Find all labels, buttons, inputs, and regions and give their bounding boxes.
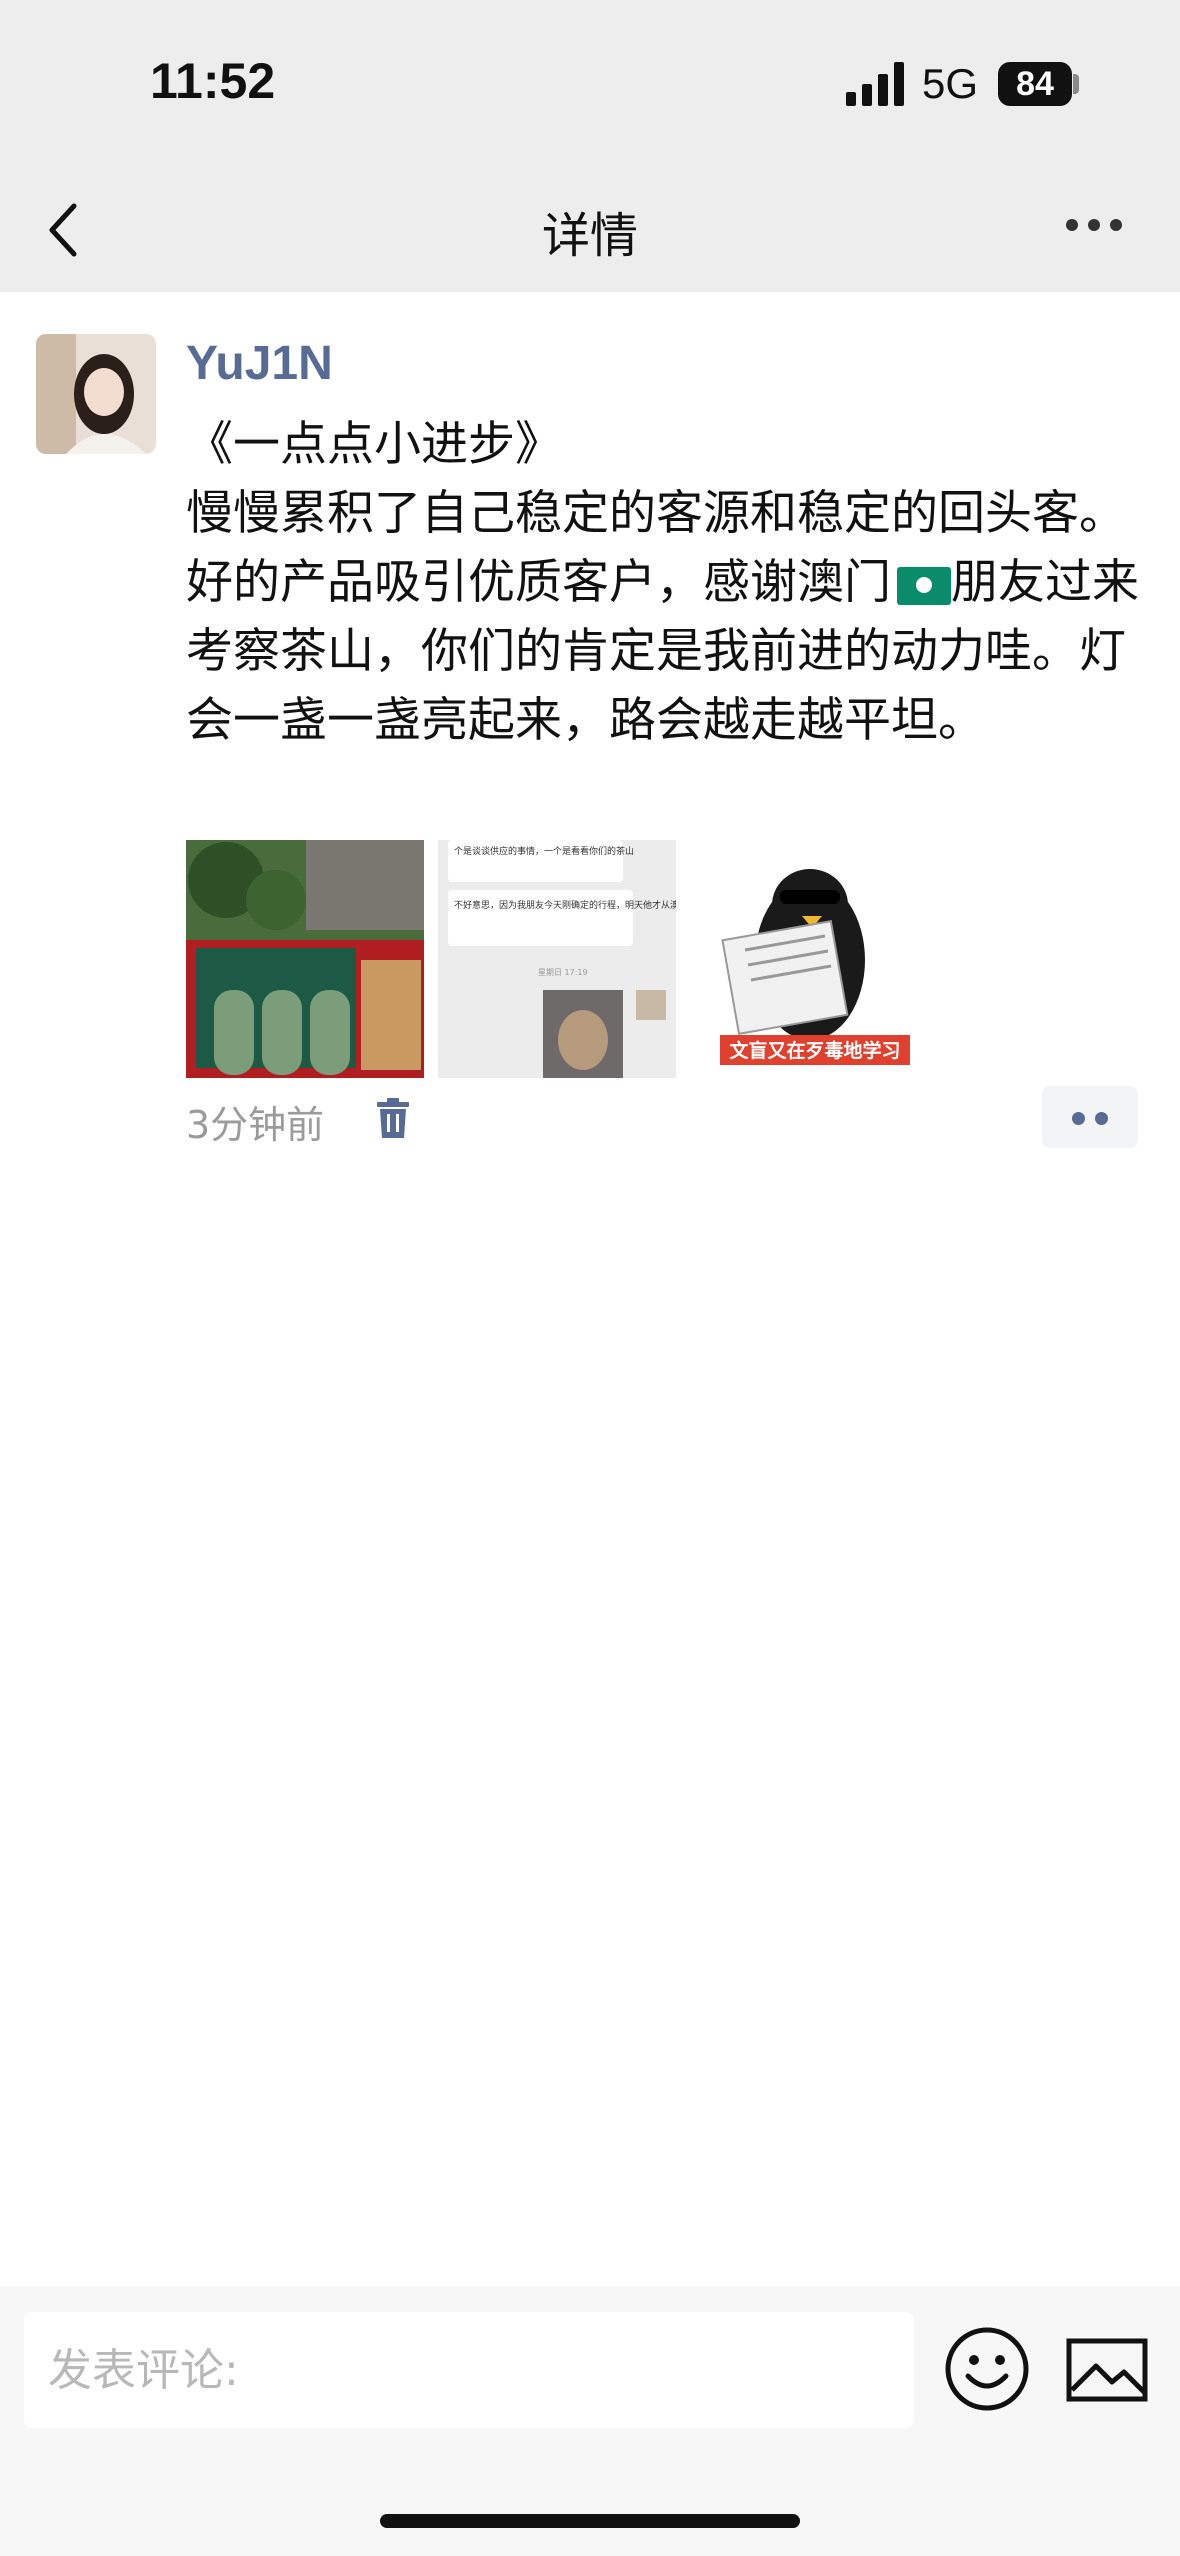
- comment-input[interactable]: [24, 2312, 914, 2428]
- avatar[interactable]: [36, 334, 156, 454]
- chat-lines-b: 不好意思，因为我朋友今天刚确定的行程，明天他才从澳门过来，约呢有点匆忙: [454, 899, 676, 911]
- post-image-3[interactable]: 文盲又在歹毒地学习: [690, 840, 928, 1078]
- network-type: 5G: [922, 60, 979, 107]
- battery-level: 84: [1016, 64, 1054, 103]
- battery-cap: [1073, 74, 1079, 94]
- macau-flag-icon: [897, 566, 951, 605]
- emoji-icon[interactable]: [944, 2326, 1030, 2412]
- image-picker-icon[interactable]: [1066, 2338, 1148, 2402]
- post-image-2[interactable]: 个是谈谈供应的事情，一个是看看你们的茶山 不好意思，因为我朋友今天刚确定的行程，…: [438, 840, 676, 1078]
- post-text: 《一点点小进步》 慢慢累积了自己稳定的客源和稳定的回头客。好的产品吸引优质客户，…: [186, 410, 1161, 755]
- more-options-icon[interactable]: [1066, 219, 1122, 233]
- post-image-1[interactable]: [186, 840, 424, 1078]
- like-comment-menu-button[interactable]: [1042, 1086, 1138, 1148]
- sticker-caption: 文盲又在歹毒地学习: [729, 1039, 900, 1062]
- home-indicator: [380, 2514, 800, 2528]
- post-title-line: 《一点点小进步》: [186, 417, 562, 472]
- battery-icon: 84: [998, 62, 1072, 106]
- post-timestamp: 3分钟前: [186, 1103, 325, 1147]
- status-time: 11:52: [150, 53, 276, 109]
- chat-time: 星期日 17:19: [538, 968, 588, 977]
- post-username[interactable]: YuJ1N: [186, 336, 333, 391]
- signal-icon: [846, 62, 904, 106]
- chat-lines-a: 个是谈谈供应的事情，一个是看看你们的茶山: [454, 845, 634, 857]
- page-title: 详情: [541, 208, 638, 264]
- delete-trash-icon[interactable]: [375, 1098, 411, 1138]
